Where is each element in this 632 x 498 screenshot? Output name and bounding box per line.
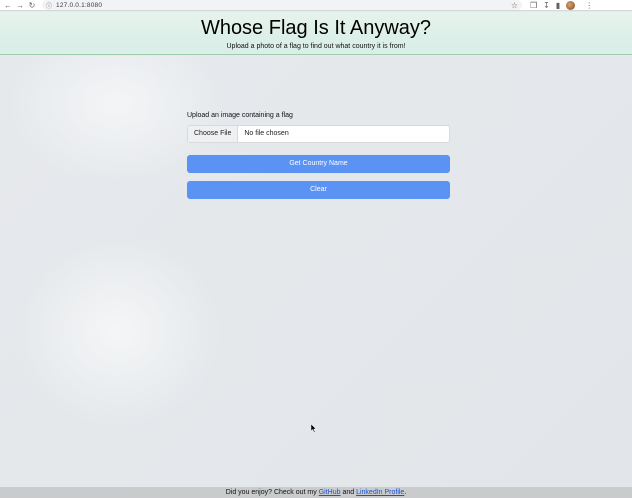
back-icon[interactable]: ←: [2, 0, 14, 11]
page-subtitle: Upload a photo of a flag to find out wha…: [226, 43, 406, 50]
page-header: Whose Flag Is It Anyway? Upload a photo …: [0, 12, 632, 55]
site-info-icon[interactable]: ⓘ: [46, 1, 52, 10]
page-title: Whose Flag Is It Anyway?: [200, 17, 432, 39]
linkedin-link[interactable]: LinkedIn Profile: [356, 489, 404, 496]
profile-avatar[interactable]: [566, 0, 576, 10]
upload-label: Upload an image containing a flag: [187, 112, 293, 119]
footer-prefix: Did you enjoy? Check out my: [225, 489, 319, 496]
footer-and: and: [342, 489, 357, 496]
file-status-text: No file chosen: [244, 130, 289, 137]
upload-form: Upload an image containing a flag Choose…: [187, 112, 450, 199]
bookmark-star-icon[interactable]: ☆: [511, 1, 518, 10]
menu-dots-icon[interactable]: ⋮: [585, 1, 593, 10]
footer-suffix: .: [404, 489, 407, 496]
reload-icon[interactable]: ↻: [26, 0, 38, 11]
clear-button[interactable]: Clear: [187, 181, 450, 199]
extensions-icon[interactable]: ❒: [530, 1, 537, 10]
get-country-button[interactable]: Get Country Name: [187, 155, 450, 173]
browser-toolbar: ← → ↻ ⓘ 127.0.0.1:8080 ☆ ❒ ↧ ▮ ⋮: [0, 0, 632, 11]
mouse-cursor-icon: [311, 424, 317, 433]
page-footer: Did you enjoy? Check out my GitHub and L…: [0, 487, 632, 498]
github-link[interactable]: GitHub: [319, 489, 341, 496]
download-icon[interactable]: ↧: [543, 1, 550, 10]
sidebar-icon[interactable]: ▮: [556, 1, 560, 10]
file-input[interactable]: Choose File No file chosen: [187, 125, 450, 143]
choose-file-button[interactable]: Choose File: [188, 126, 239, 142]
main-content: Upload an image containing a flag Choose…: [0, 56, 632, 487]
url-text: 127.0.0.1:8080: [56, 1, 103, 9]
forward-icon[interactable]: →: [14, 0, 26, 11]
address-bar[interactable]: ⓘ 127.0.0.1:8080 ☆: [42, 0, 522, 10]
